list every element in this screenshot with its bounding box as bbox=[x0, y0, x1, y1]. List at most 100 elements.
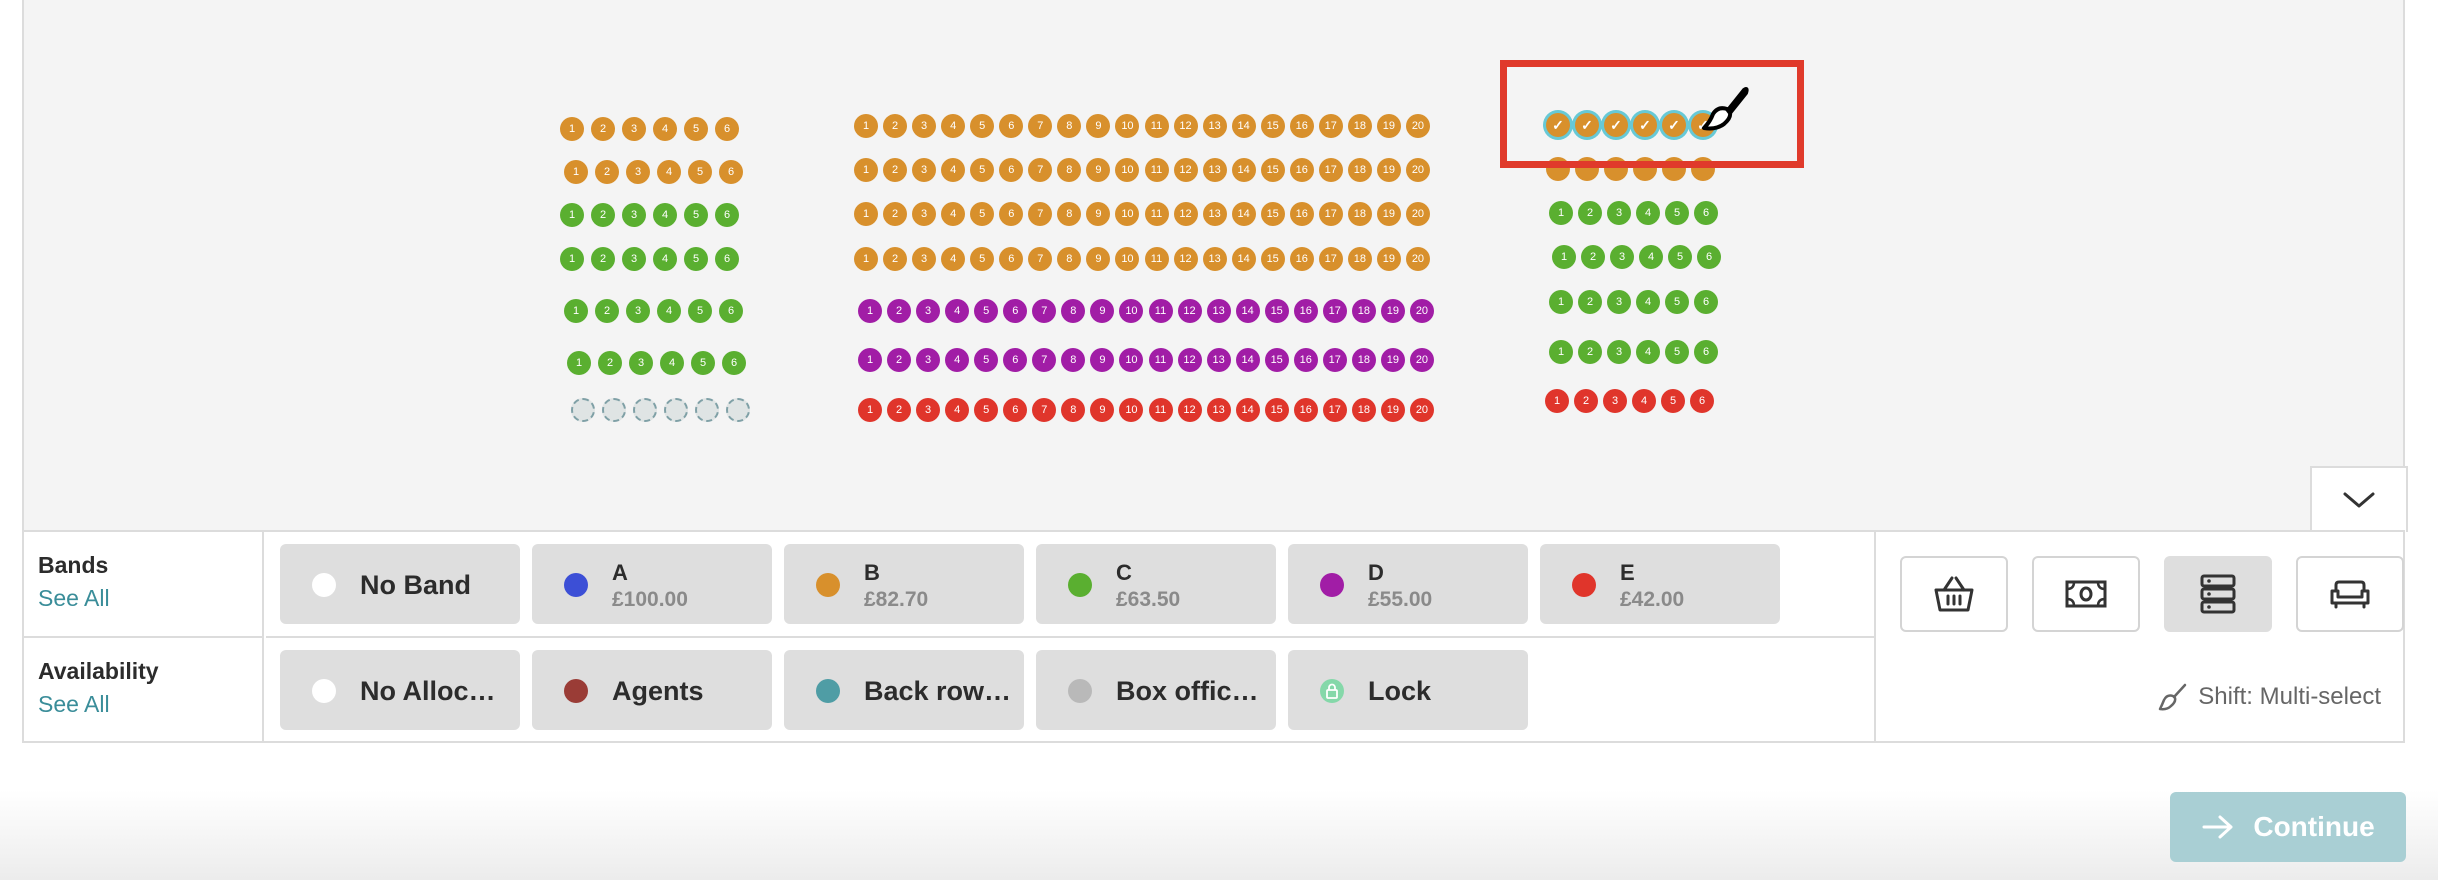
seat[interactable]: 11 bbox=[1144, 202, 1169, 226]
seat[interactable]: 20 bbox=[1405, 202, 1430, 226]
seat[interactable]: 12 bbox=[1177, 299, 1202, 323]
seat[interactable]: 7 bbox=[1028, 158, 1053, 182]
seat[interactable]: 19 bbox=[1376, 158, 1401, 182]
seat[interactable]: 6 bbox=[1694, 340, 1718, 364]
seat[interactable]: 17 bbox=[1318, 158, 1343, 182]
seat[interactable]: 3 bbox=[622, 203, 646, 227]
seat[interactable]: 18 bbox=[1351, 348, 1376, 372]
seat[interactable]: 1 bbox=[858, 348, 882, 372]
seat[interactable]: 4 bbox=[1636, 290, 1660, 314]
seat[interactable]: 19 bbox=[1376, 202, 1401, 226]
seat[interactable]: 15 bbox=[1264, 398, 1289, 422]
seat[interactable]: 12 bbox=[1173, 114, 1198, 138]
seat[interactable]: 2 bbox=[1578, 201, 1602, 225]
seat[interactable]: 19 bbox=[1380, 398, 1405, 422]
seat[interactable]: 20 bbox=[1405, 158, 1430, 182]
basket-button[interactable] bbox=[1900, 556, 2008, 632]
seat[interactable]: 4 bbox=[653, 203, 677, 227]
seat[interactable]: 3 bbox=[1607, 340, 1631, 364]
seat[interactable]: 7 bbox=[1028, 114, 1053, 138]
seat[interactable]: 2 bbox=[1578, 340, 1602, 364]
seat[interactable]: 6 bbox=[1697, 245, 1721, 269]
seat[interactable]: 18 bbox=[1347, 247, 1372, 271]
seat[interactable]: 15 bbox=[1260, 114, 1285, 138]
seat[interactable]: 3 bbox=[1603, 389, 1627, 413]
seat[interactable]: 5 bbox=[684, 117, 708, 141]
seat[interactable]: 4 bbox=[945, 299, 970, 323]
seat[interactable]: 1 bbox=[1545, 389, 1569, 413]
seat[interactable]: 10 bbox=[1119, 299, 1144, 323]
seat[interactable]: 11 bbox=[1144, 247, 1169, 271]
seat[interactable]: 6 bbox=[715, 117, 739, 141]
seat[interactable]: 8 bbox=[1057, 158, 1082, 182]
seat[interactable]: 8 bbox=[1057, 247, 1082, 271]
seat[interactable]: 6 bbox=[715, 203, 739, 227]
seat[interactable]: 20 bbox=[1409, 398, 1434, 422]
seat[interactable]: 14 bbox=[1235, 398, 1260, 422]
seat[interactable]: 1 bbox=[1549, 340, 1573, 364]
seat[interactable]: 19 bbox=[1376, 114, 1401, 138]
seat[interactable]: 17 bbox=[1318, 247, 1343, 271]
seat[interactable]: 16 bbox=[1289, 158, 1314, 182]
seat[interactable]: 2 bbox=[883, 202, 908, 226]
seat[interactable]: 18 bbox=[1347, 202, 1372, 226]
seat[interactable]: 16 bbox=[1289, 114, 1314, 138]
seat[interactable]: 4 bbox=[941, 247, 966, 271]
seat[interactable]: 17 bbox=[1318, 202, 1343, 226]
seat[interactable]: 18 bbox=[1351, 299, 1376, 323]
price-button[interactable] bbox=[2032, 556, 2140, 632]
seat[interactable]: 12 bbox=[1173, 247, 1198, 271]
seat[interactable]: 14 bbox=[1231, 158, 1256, 182]
seat[interactable]: 9 bbox=[1086, 202, 1111, 226]
seat[interactable]: 3 bbox=[916, 299, 941, 323]
seat[interactable]: 3 bbox=[912, 158, 937, 182]
seat[interactable]: 5 bbox=[684, 203, 708, 227]
seat[interactable]: 20 bbox=[1409, 348, 1434, 372]
seat[interactable]: 4 bbox=[657, 160, 681, 184]
seat[interactable]: 5 bbox=[970, 158, 995, 182]
seat[interactable]: 2 bbox=[883, 247, 908, 271]
seat[interactable]: 1 bbox=[560, 117, 584, 141]
seat[interactable]: 6 bbox=[1694, 201, 1718, 225]
band-chip-no-band[interactable]: No Band bbox=[280, 544, 520, 624]
seat[interactable]: 15 bbox=[1260, 247, 1285, 271]
seat[interactable]: 3 bbox=[912, 114, 937, 138]
seat[interactable]: 2 bbox=[595, 160, 619, 184]
seat[interactable]: 1 bbox=[564, 299, 588, 323]
seat[interactable] bbox=[571, 398, 595, 422]
seat[interactable]: 16 bbox=[1289, 247, 1314, 271]
seat[interactable]: 2 bbox=[1581, 245, 1605, 269]
availability-see-all-link[interactable]: See All bbox=[38, 691, 262, 718]
seat[interactable]: 6 bbox=[1690, 389, 1714, 413]
seat[interactable]: 6 bbox=[1694, 290, 1718, 314]
seat[interactable]: 6 bbox=[719, 160, 743, 184]
band-chip-e[interactable]: E £42.00 bbox=[1540, 544, 1780, 624]
seat[interactable]: 1 bbox=[854, 114, 878, 138]
availability-chip-agents[interactable]: Agents bbox=[532, 650, 772, 730]
seat[interactable]: 3 bbox=[916, 348, 941, 372]
seat[interactable]: 4 bbox=[1636, 340, 1660, 364]
seat[interactable]: 8 bbox=[1061, 299, 1086, 323]
seat[interactable]: 2 bbox=[591, 203, 615, 227]
seat[interactable]: 9 bbox=[1086, 247, 1111, 271]
seat[interactable]: 15 bbox=[1260, 202, 1285, 226]
seat[interactable]: 1 bbox=[560, 203, 584, 227]
seat[interactable]: 6 bbox=[999, 247, 1024, 271]
seat[interactable]: 17 bbox=[1322, 348, 1347, 372]
band-chip-c[interactable]: C £63.50 bbox=[1036, 544, 1276, 624]
seat[interactable]: 10 bbox=[1119, 398, 1144, 422]
seat[interactable]: 2 bbox=[887, 299, 912, 323]
seat[interactable]: 5 bbox=[974, 398, 999, 422]
seat[interactable]: 14 bbox=[1231, 202, 1256, 226]
seat[interactable]: 5 bbox=[691, 351, 715, 375]
seat[interactable]: 5 bbox=[974, 299, 999, 323]
seat[interactable]: 1 bbox=[560, 247, 584, 271]
seat[interactable]: 14 bbox=[1235, 348, 1260, 372]
seat[interactable]: 10 bbox=[1115, 202, 1140, 226]
seat[interactable]: 5 bbox=[970, 247, 995, 271]
seat[interactable]: 6 bbox=[999, 114, 1024, 138]
seat[interactable]: 9 bbox=[1086, 158, 1111, 182]
seat[interactable]: 20 bbox=[1409, 299, 1434, 323]
seat[interactable]: 4 bbox=[1639, 245, 1663, 269]
seat[interactable]: 13 bbox=[1202, 158, 1227, 182]
